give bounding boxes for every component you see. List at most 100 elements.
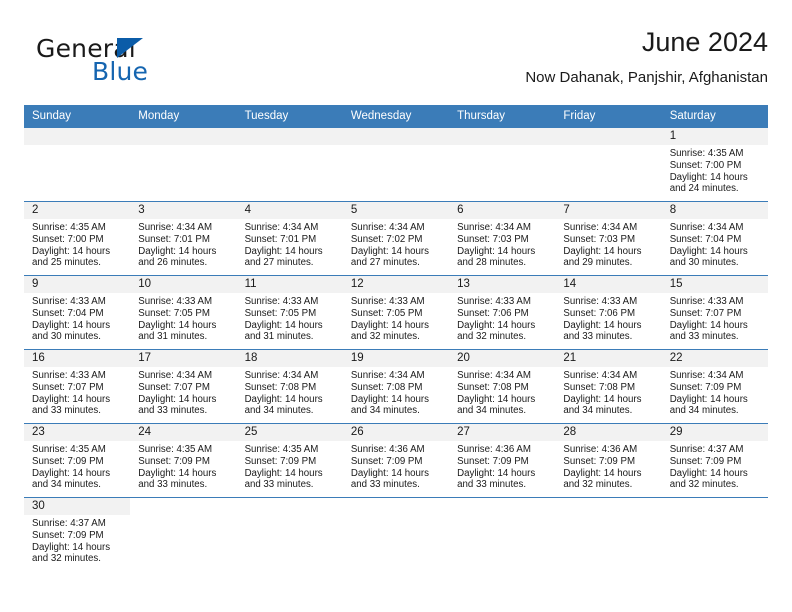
day-cell-details: Sunrise: 4:35 AM Sunset: 7:09 PM Daylight:… <box>130 441 236 491</box>
day-number <box>555 128 662 145</box>
sunrise-text: Sunrise: 4:35 AM <box>32 222 106 233</box>
daylight-text: Daylight: 14 hours <box>457 245 536 257</box>
daylight-text: Daylight: 14 hours <box>563 467 642 479</box>
daylight-text-cont: and 26 minutes. <box>138 257 208 269</box>
daylight-text: Daylight: 14 hours <box>32 393 111 405</box>
sunset-text: Sunset: 7:03 PM <box>563 233 636 245</box>
day-cell-inner: 1 Sunrise: 4:35 AM Sunset: 7:00 PM Daylight… <box>661 128 768 201</box>
calendar-day-cell[interactable]: 25 Sunrise: 4:35 AM Sunset: 7:09 PM Dayligh… <box>236 423 343 498</box>
day-number: 28 <box>555 424 662 441</box>
calendar-day-cell[interactable]: 7 Sunrise: 4:34 AM Sunset: 7:03 PM Daylight… <box>555 201 662 276</box>
sunrise-text: Sunrise: 4:33 AM <box>457 296 531 307</box>
calendar-day-cell[interactable]: 21 Sunrise: 4:34 AM Sunset: 7:08 PM Dayligh… <box>555 349 662 424</box>
daylight-text-cont: and 34 minutes. <box>669 405 739 417</box>
daylight-text: Daylight: 14 hours <box>244 245 323 257</box>
sunrise-text: Sunrise: 4:34 AM <box>563 222 638 233</box>
sunset-text: Sunset: 7:06 PM <box>457 307 529 319</box>
day-number <box>555 498 662 515</box>
day-cell-inner <box>236 128 343 201</box>
calendar-cell-empty <box>130 127 237 202</box>
sunrise-text: Sunrise: 4:36 AM <box>563 444 638 455</box>
calendar-day-cell[interactable]: 20 Sunrise: 4:34 AM Sunset: 7:08 PM Dayligh… <box>449 349 556 424</box>
calendar-day-cell[interactable]: 17 Sunrise: 4:34 AM Sunset: 7:07 PM Dayligh… <box>130 349 237 424</box>
daylight-text-cont: and 34 minutes. <box>563 405 633 417</box>
calendar-day-cell[interactable]: 4 Sunrise: 4:34 AM Sunset: 7:01 PM Daylight… <box>236 201 343 276</box>
day-number: 14 <box>555 276 662 293</box>
day-cell-inner: 6 Sunrise: 4:34 AM Sunset: 7:03 PM Daylight… <box>449 202 556 275</box>
sunset-text: Sunset: 7:05 PM <box>350 307 423 319</box>
calendar-day-cell[interactable]: 1 Sunrise: 4:35 AM Sunset: 7:00 PM Daylight… <box>661 127 768 202</box>
daylight-text: Daylight: 14 hours <box>350 393 429 405</box>
day-cell-inner <box>130 498 237 571</box>
calendar-page: General Blue June 2024 Now Dahanak, Panj… <box>0 0 792 612</box>
daylight-text-cont: and 33 minutes. <box>669 331 739 343</box>
daylight-text: Daylight: 14 hours <box>669 393 748 405</box>
day-cell-inner: 13 Sunrise: 4:33 AM Sunset: 7:06 PM Dayligh… <box>449 276 556 349</box>
daylight-text: Daylight: 14 hours <box>350 319 429 331</box>
calendar-cell-empty <box>130 497 237 571</box>
day-cell-inner: 10 Sunrise: 4:33 AM Sunset: 7:05 PM Dayligh… <box>130 276 237 349</box>
calendar-day-cell[interactable]: 26 Sunrise: 4:36 AM Sunset: 7:09 PM Dayligh… <box>342 423 450 498</box>
day-cell-details: Sunrise: 4:33 AM Sunset: 7:04 PM Daylight:… <box>24 293 130 343</box>
calendar-day-cell[interactable]: 29 Sunrise: 4:37 AM Sunset: 7:09 PM Dayligh… <box>661 423 768 498</box>
day-number <box>24 128 131 145</box>
calendar-day-cell[interactable]: 27 Sunrise: 4:36 AM Sunset: 7:09 PM Dayligh… <box>449 423 556 498</box>
day-cell-details: Sunrise: 4:33 AM Sunset: 7:06 PM Daylight:… <box>555 293 661 343</box>
calendar-day-cell[interactable]: 19 Sunrise: 4:34 AM Sunset: 7:08 PM Dayligh… <box>342 349 450 424</box>
sunrise-text: Sunrise: 4:34 AM <box>669 222 744 233</box>
daylight-text-cont: and 33 minutes. <box>244 479 314 491</box>
daylight-text: Daylight: 14 hours <box>32 541 111 553</box>
page-header: General Blue June 2024 Now Dahanak, Panj… <box>24 26 768 100</box>
day-cell-inner: 2 Sunrise: 4:35 AM Sunset: 7:00 PM Daylight… <box>24 202 131 275</box>
sunset-text: Sunset: 7:09 PM <box>138 455 210 467</box>
calendar-day-cell[interactable]: 15 Sunrise: 4:33 AM Sunset: 7:07 PM Dayligh… <box>661 275 768 350</box>
calendar-cell-empty <box>236 127 343 202</box>
calendar-day-cell[interactable]: 16 Sunrise: 4:33 AM Sunset: 7:07 PM Dayligh… <box>24 349 131 424</box>
calendar-day-cell[interactable]: 11 Sunrise: 4:33 AM Sunset: 7:05 PM Dayligh… <box>236 275 343 350</box>
day-number: 5 <box>342 202 450 219</box>
calendar-day-cell[interactable]: 23 Sunrise: 4:35 AM Sunset: 7:09 PM Dayligh… <box>24 423 131 498</box>
day-cell-inner <box>449 128 556 201</box>
general-blue-logo: General Blue <box>36 34 216 92</box>
calendar-day-cell[interactable]: 3 Sunrise: 4:34 AM Sunset: 7:01 PM Daylight… <box>130 201 237 276</box>
calendar-day-cell[interactable]: 8 Sunrise: 4:34 AM Sunset: 7:04 PM Daylight… <box>661 201 768 276</box>
calendar-day-cell[interactable]: 5 Sunrise: 4:34 AM Sunset: 7:02 PM Daylight… <box>342 201 450 276</box>
calendar-day-cell[interactable]: 2 Sunrise: 4:35 AM Sunset: 7:00 PM Daylight… <box>24 201 131 276</box>
calendar-day-cell[interactable]: 13 Sunrise: 4:33 AM Sunset: 7:06 PM Dayligh… <box>449 275 556 350</box>
daylight-text-cont: and 25 minutes. <box>32 257 101 269</box>
day-cell-inner: 24 Sunrise: 4:35 AM Sunset: 7:09 PM Dayligh… <box>130 424 237 497</box>
calendar-day-cell[interactable]: 24 Sunrise: 4:35 AM Sunset: 7:09 PM Dayligh… <box>130 423 237 498</box>
day-cell-details: Sunrise: 4:34 AM Sunset: 7:08 PM Daylight:… <box>555 367 661 417</box>
calendar-day-cell[interactable]: 14 Sunrise: 4:33 AM Sunset: 7:06 PM Dayligh… <box>555 275 662 350</box>
day-cell-details: Sunrise: 4:35 AM Sunset: 7:00 PM Daylight:… <box>24 219 130 269</box>
day-cell-inner: 5 Sunrise: 4:34 AM Sunset: 7:02 PM Daylight… <box>342 202 450 275</box>
daylight-text: Daylight: 14 hours <box>350 245 429 257</box>
sunrise-text: Sunrise: 4:34 AM <box>350 222 425 233</box>
calendar-day-cell[interactable]: 30 Sunrise: 4:37 AM Sunset: 7:09 PM Dayligh… <box>24 497 131 571</box>
sunrise-text: Sunrise: 4:35 AM <box>669 148 744 159</box>
weekday-header-row: Sunday Monday Tuesday Wednesday Thursday… <box>24 105 768 128</box>
calendar-day-cell[interactable]: 9 Sunrise: 4:33 AM Sunset: 7:04 PM Daylight… <box>24 275 131 350</box>
day-number: 9 <box>24 276 131 293</box>
calendar-day-cell[interactable]: 18 Sunrise: 4:34 AM Sunset: 7:08 PM Dayligh… <box>236 349 343 424</box>
calendar-cell-empty <box>661 497 768 571</box>
day-cell-details: Sunrise: 4:34 AM Sunset: 7:08 PM Daylight:… <box>237 367 343 417</box>
daylight-text: Daylight: 14 hours <box>669 319 748 331</box>
day-cell-details: Sunrise: 4:33 AM Sunset: 7:05 PM Daylight:… <box>343 293 449 343</box>
page-title: June 2024 <box>641 27 768 57</box>
sunrise-text: Sunrise: 4:33 AM <box>138 296 213 307</box>
calendar-cell-empty <box>449 497 556 571</box>
day-number <box>130 128 237 145</box>
calendar-day-cell[interactable]: 6 Sunrise: 4:34 AM Sunset: 7:03 PM Daylight… <box>449 201 556 276</box>
daylight-text-cont: and 30 minutes. <box>669 257 739 269</box>
calendar-day-cell[interactable]: 28 Sunrise: 4:36 AM Sunset: 7:09 PM Dayligh… <box>555 423 662 498</box>
sunset-text: Sunset: 7:03 PM <box>457 233 529 245</box>
day-cell-inner: 8 Sunrise: 4:34 AM Sunset: 7:04 PM Daylight… <box>661 202 768 275</box>
daylight-text-cont: and 34 minutes. <box>457 405 527 417</box>
weekday-header-thursday: Thursday <box>449 105 556 128</box>
day-number: 10 <box>130 276 237 293</box>
day-cell-inner: 18 Sunrise: 4:34 AM Sunset: 7:08 PM Dayligh… <box>236 350 343 423</box>
calendar-day-cell[interactable]: 12 Sunrise: 4:33 AM Sunset: 7:05 PM Dayligh… <box>342 275 450 350</box>
calendar-day-cell[interactable]: 10 Sunrise: 4:33 AM Sunset: 7:05 PM Dayligh… <box>130 275 237 350</box>
calendar-day-cell[interactable]: 22 Sunrise: 4:34 AM Sunset: 7:09 PM Dayligh… <box>661 349 768 424</box>
